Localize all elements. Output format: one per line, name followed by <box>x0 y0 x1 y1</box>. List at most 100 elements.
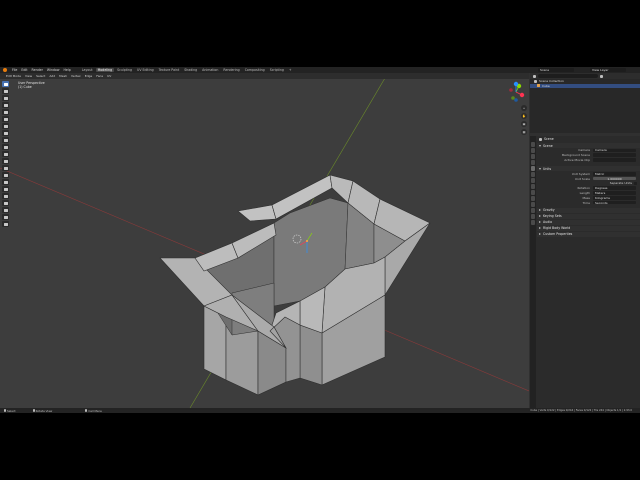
tab-uv-editing[interactable]: UV Editing <box>135 68 156 72</box>
z-axis-icon[interactable] <box>513 81 519 87</box>
tab-texture-paint[interactable]: Texture Paint <box>157 68 182 72</box>
tab-layout[interactable]: Layout <box>80 68 95 72</box>
uv-menu[interactable]: UV <box>106 74 112 78</box>
blender-logo-icon[interactable] <box>3 68 7 72</box>
rotation-dropdown[interactable]: Degrees <box>593 186 636 190</box>
menu-file[interactable]: File <box>11 68 18 72</box>
constraints-tab-icon[interactable] <box>530 202 536 207</box>
cursor-tool[interactable] <box>2 88 9 94</box>
tab-compositing[interactable]: Compositing <box>243 68 267 72</box>
bevel-tool[interactable] <box>2 158 9 164</box>
spin-tool[interactable] <box>2 186 9 192</box>
loop-cut-tool[interactable] <box>2 165 9 171</box>
view-layer-selector[interactable]: View Layer <box>590 67 626 73</box>
section-custom-properties-header[interactable]: Custom Properties <box>537 231 640 237</box>
tab-sculpting[interactable]: Sculpting <box>115 68 134 72</box>
rotate-tool[interactable] <box>2 102 9 108</box>
poly-build-tool[interactable] <box>2 179 9 185</box>
menu-render[interactable]: Render <box>31 68 44 72</box>
camera-view-icon[interactable]: ▣ <box>521 121 527 127</box>
grid-view-icon[interactable]: ▦ <box>521 129 527 135</box>
move-tool[interactable] <box>2 95 9 101</box>
smooth-tool[interactable] <box>2 193 9 199</box>
transform-tool[interactable] <box>2 116 9 122</box>
filter-icon[interactable] <box>600 74 603 78</box>
render-tab-icon[interactable] <box>530 148 536 153</box>
menu-window[interactable]: Window <box>46 68 61 72</box>
section-keying-sets-header[interactable]: Keying Sets <box>537 213 640 219</box>
zoom-icon[interactable]: + <box>521 105 527 111</box>
add-menu[interactable]: Add <box>48 74 56 78</box>
face-menu[interactable]: Face <box>95 74 104 78</box>
vertex-menu[interactable]: Vertex <box>70 74 82 78</box>
status-bar: Select Rotate View Call Menu Cube | Vert… <box>0 408 640 413</box>
select-menu[interactable]: Select <box>35 74 46 78</box>
tab-rendering[interactable]: Rendering <box>221 68 241 72</box>
world-tab-icon[interactable] <box>530 172 536 177</box>
object-tab-icon[interactable] <box>530 178 536 183</box>
3d-viewport[interactable]: Edit Mode View Select Add Mesh Vertex Ed… <box>0 73 529 408</box>
section-gravity-header[interactable]: Gravity <box>537 207 640 213</box>
time-dropdown[interactable]: Seconds <box>593 201 636 205</box>
active-clip-field[interactable] <box>593 158 636 162</box>
neg-y-axis-icon[interactable] <box>511 96 515 100</box>
scene-field[interactable]: Scene <box>538 67 574 73</box>
separate-units-checkbox[interactable] <box>634 181 637 185</box>
select-box-tool[interactable] <box>2 81 9 87</box>
rip-tool[interactable] <box>2 221 9 227</box>
material-tab-icon[interactable] <box>530 214 536 219</box>
view-menu[interactable]: View <box>24 74 33 78</box>
extrude-tool[interactable] <box>2 144 9 150</box>
length-dropdown[interactable]: Meters <box>593 191 636 195</box>
display-mode-icon[interactable] <box>533 74 536 78</box>
menu-edit[interactable]: Edit <box>20 68 28 72</box>
outliner-search-input[interactable] <box>538 74 598 78</box>
measure-tool[interactable] <box>2 130 9 136</box>
outliner-row-cube[interactable]: Cube <box>530 83 640 88</box>
data-tab-icon[interactable] <box>530 208 536 213</box>
scale-tool[interactable] <box>2 109 9 115</box>
output-tab-icon[interactable] <box>530 154 536 159</box>
view-layer-field[interactable]: View Layer <box>590 67 626 73</box>
scene-tab-icon[interactable] <box>530 166 536 171</box>
tab-scripting[interactable]: Scripting <box>268 68 286 72</box>
scene-selector[interactable]: Scene <box>538 67 574 73</box>
viewport-canvas[interactable] <box>0 73 529 408</box>
neg-z-axis-icon[interactable] <box>514 98 518 102</box>
section-rigid-body-header[interactable]: Rigid Body World <box>537 225 640 231</box>
shrink-tool[interactable] <box>2 207 9 213</box>
modifier-tab-icon[interactable] <box>530 184 536 189</box>
view-layer-tab-icon[interactable] <box>530 160 536 165</box>
chevron-right-icon <box>539 215 541 218</box>
camera-field[interactable]: Camera <box>593 148 636 152</box>
tab-animation[interactable]: Animation <box>200 68 220 72</box>
neg-x-axis-icon[interactable] <box>509 88 513 92</box>
annotate-tool[interactable] <box>2 123 9 129</box>
tab-shading[interactable]: Shading <box>182 68 199 72</box>
mode-dropdown[interactable]: Edit Mode <box>5 74 22 78</box>
texture-tab-icon[interactable] <box>530 220 536 225</box>
knife-tool[interactable] <box>2 172 9 178</box>
mesh-object-cube[interactable] <box>159 174 431 396</box>
add-cube-tool[interactable] <box>2 137 9 143</box>
tab-modeling[interactable]: Modeling <box>95 68 115 72</box>
edge-menu[interactable]: Edge <box>84 74 94 78</box>
navigation-gizmo[interactable] <box>505 81 527 103</box>
physics-tab-icon[interactable] <box>530 196 536 201</box>
pan-icon[interactable]: ✋ <box>521 113 527 119</box>
mesh-menu[interactable]: Mesh <box>58 74 68 78</box>
x-axis-icon[interactable] <box>519 92 525 98</box>
section-audio-header[interactable]: Audio <box>537 219 640 225</box>
particles-tab-icon[interactable] <box>530 190 536 195</box>
viewport-info: User Perspective (1) Cube <box>18 81 45 89</box>
shear-tool[interactable] <box>2 214 9 220</box>
tool-tab-icon[interactable] <box>530 142 536 147</box>
inset-tool[interactable] <box>2 151 9 157</box>
mass-dropdown[interactable]: Kilograms <box>593 196 636 200</box>
add-workspace-button[interactable]: + <box>287 68 294 72</box>
unit-system-dropdown[interactable]: Metric <box>593 172 636 176</box>
menu-help[interactable]: Help <box>62 68 71 72</box>
unit-scale-field[interactable]: 1.000000 <box>593 177 636 181</box>
edge-slide-tool[interactable] <box>2 200 9 206</box>
background-scene-field[interactable] <box>593 153 636 158</box>
